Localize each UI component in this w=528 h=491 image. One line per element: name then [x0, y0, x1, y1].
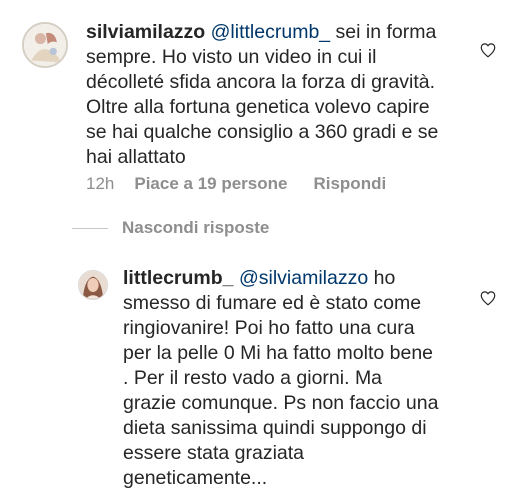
comment-time: 12h [86, 174, 115, 193]
comment-likes[interactable]: Piace a 19 persone [134, 174, 287, 194]
comment-mention[interactable]: @littlecrumb_ [211, 21, 331, 43]
reply-line: dieta sanissima quindi suppongo di [123, 417, 427, 439]
hide-replies-button[interactable]: Nascondi risposte [72, 218, 269, 238]
comment-text: silviamilazzo @littlecrumb_ sei in forma… [86, 20, 438, 170]
reply-avatar[interactable] [78, 270, 108, 300]
reply-line: smesso di fumare ed è stato come [123, 292, 422, 314]
reply-line: ho [368, 267, 396, 289]
reply-line: essere stata graziata [123, 442, 305, 464]
comment-line: se hai qualche consiglio a 360 gradi e s… [86, 121, 439, 143]
reply-like-heart-icon[interactable] [479, 289, 497, 307]
comment-line: sei in forma [330, 21, 437, 43]
comment-line: sempre. Ho visto un video in cui il [86, 46, 377, 68]
heart-icon [480, 291, 496, 306]
avatar-image [24, 24, 66, 66]
reply-line: per la pelle 0 Mi ha fatto molto bene [123, 342, 434, 364]
replies-divider [72, 227, 108, 229]
comment-username[interactable]: silviamilazzo [86, 21, 205, 43]
reply-line: grazie comunque. Ps non faccio una [123, 392, 439, 414]
avatar-image [79, 271, 107, 299]
heart-icon [480, 43, 496, 58]
reply-line: . Per il resto vado a giorni. Ma [123, 367, 383, 389]
comment-meta: 12h Piace a 19 persone Rispondi [86, 174, 386, 194]
comment-reply-button[interactable]: Rispondi [313, 174, 386, 194]
reply-line: ringiovanire! Poi ho fatto una cura [123, 317, 415, 339]
comment-like-heart-icon[interactable] [479, 41, 497, 59]
reply-username[interactable]: littlecrumb_ [123, 267, 234, 289]
reply-mention[interactable]: @silviamilazzo [239, 267, 368, 289]
hide-replies-label: Nascondi risposte [122, 218, 270, 237]
reply-text: littlecrumb_ @silviamilazzo ho smesso di… [123, 266, 438, 491]
comment-line: Oltre alla fortuna genetica volevo capir… [86, 96, 430, 118]
comment-line: hai allattato [86, 146, 186, 168]
reply-line: geneticamente... [123, 467, 268, 489]
comment-avatar[interactable] [22, 22, 68, 68]
comment-line: décolleté sfida ancora la forza di gravi… [86, 71, 436, 93]
